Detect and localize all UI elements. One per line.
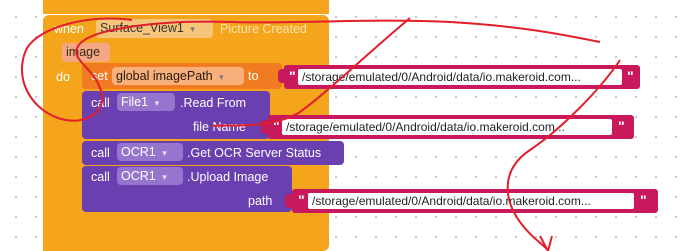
open-quote: " (289, 68, 296, 84)
ocr1-dropdown[interactable]: OCR1 ▾ (117, 143, 183, 161)
set-value-text[interactable]: /storage/emulated/0/Android/data/io.make… (298, 69, 622, 85)
chevron-down-icon: ▾ (162, 148, 167, 158)
close-quote: " (640, 192, 647, 208)
param-image-chip[interactable]: image (62, 43, 110, 62)
file1-dropdown[interactable]: File1 ▾ (117, 93, 175, 111)
close-quote: " (618, 118, 625, 134)
open-quote: " (298, 192, 305, 208)
file1-dropdown-label: File1 (121, 95, 149, 109)
param-image-label: image (66, 45, 101, 59)
open-quote: " (273, 118, 280, 134)
chevron-down-icon: ▾ (190, 24, 195, 34)
chevron-down-icon: ▾ (162, 172, 167, 182)
path-label: path (248, 194, 273, 208)
path-text[interactable]: /storage/emulated/0/Android/data/io.make… (308, 193, 634, 209)
component-dropdown-surface-view1[interactable]: Surface_View1 ▾ (96, 19, 213, 38)
ocr1-dropdown[interactable]: OCR1 ▾ (117, 167, 183, 185)
get-ocr-status-label: .Get OCR Server Status (187, 146, 322, 160)
read-from-label: .Read From (180, 96, 246, 110)
close-quote: " (627, 68, 634, 84)
do-label: do (56, 70, 70, 84)
ocr1-dropdown-label: OCR1 (121, 169, 156, 183)
chevron-down-icon: ▾ (154, 98, 160, 108)
file-name-value: /storage/emulated/0/Android/data/io.make… (286, 120, 565, 134)
component-dropdown-label: Surface_View1 (100, 21, 184, 35)
call-label: call (91, 170, 110, 184)
set-label: set (91, 69, 108, 83)
next-block-partial[interactable] (43, 244, 269, 251)
annotation-arrow-stroke (539, 235, 553, 251)
set-value-label: /storage/emulated/0/Android/data/io.make… (302, 70, 581, 84)
event-block-top-edge (43, 0, 329, 14)
when-label: when (54, 22, 84, 36)
call-label: call (91, 146, 110, 160)
event-name-label: Picture Created (220, 22, 307, 36)
file-name-text[interactable]: /storage/emulated/0/Android/data/io.make… (282, 119, 612, 135)
file-name-label: file Name (193, 120, 246, 134)
call-label: call (91, 96, 110, 110)
upload-image-label: .Upload Image (187, 170, 269, 184)
variable-dropdown[interactable]: global imagePath ▾ (112, 67, 244, 85)
ocr1-dropdown-label: OCR1 (121, 145, 156, 159)
chevron-down-icon: ▾ (219, 72, 224, 82)
variable-dropdown-label: global imagePath (116, 69, 213, 83)
path-value: /storage/emulated/0/Android/data/io.make… (312, 194, 591, 208)
to-label: to (248, 69, 259, 83)
